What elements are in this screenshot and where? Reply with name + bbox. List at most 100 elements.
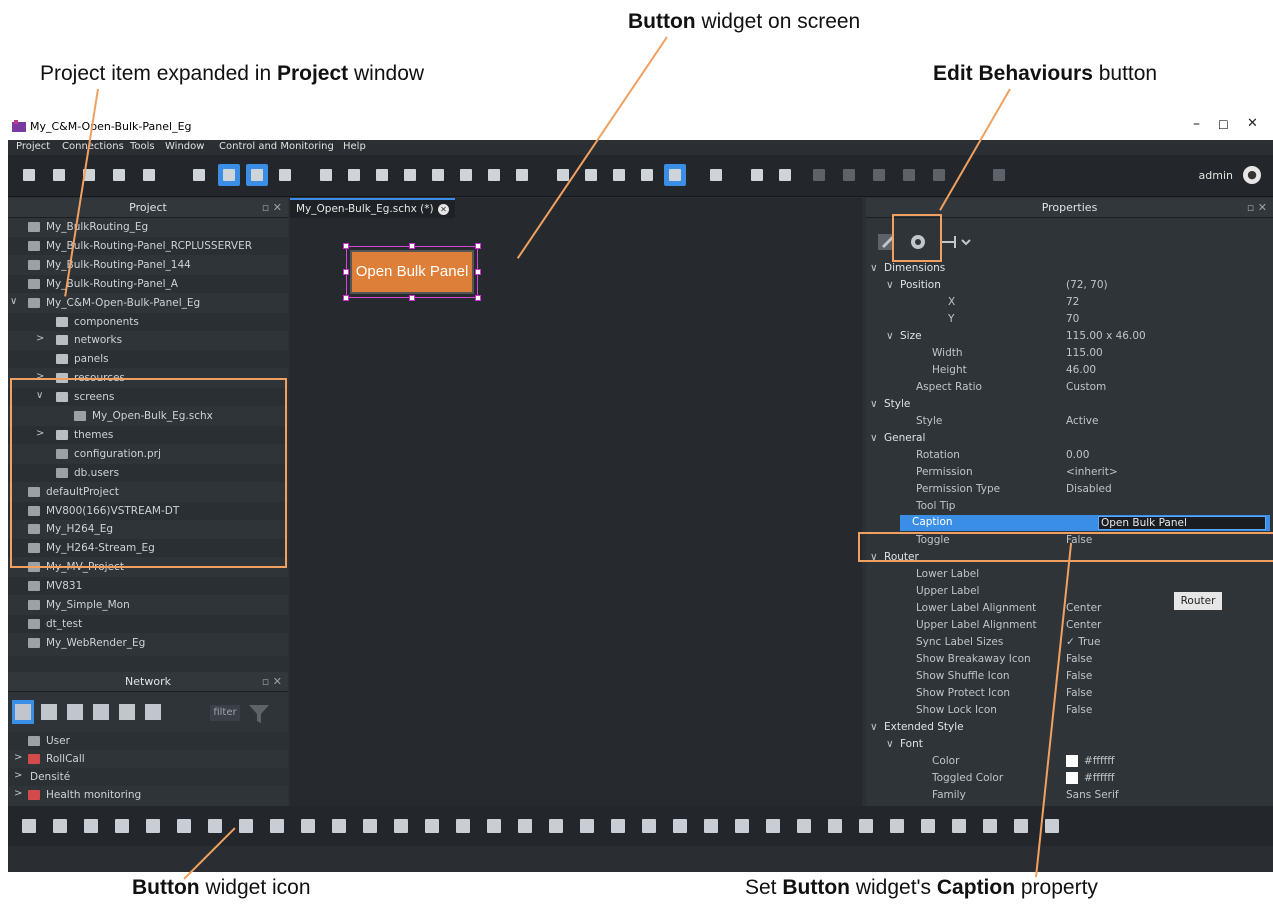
layer-icon[interactable] (580, 164, 602, 186)
resize-handle[interactable] (409, 295, 415, 301)
chevron-left-icon[interactable] (988, 164, 1010, 186)
grid-small-icon[interactable] (315, 164, 337, 186)
image-icon[interactable] (514, 815, 536, 837)
property-value[interactable]: (72, 70) (1066, 279, 1108, 291)
property-value[interactable]: 70 (1066, 313, 1079, 325)
align-grid-icon[interactable] (808, 164, 830, 186)
menu-connections[interactable]: Connections (62, 141, 124, 152)
clock-icon[interactable] (607, 815, 629, 837)
audio-icon[interactable] (1010, 815, 1032, 837)
upload-icon[interactable] (917, 815, 939, 837)
filter-input[interactable]: filter (210, 705, 240, 721)
connections-dropdown-icon[interactable] (938, 232, 972, 252)
cut-icon[interactable] (371, 164, 393, 186)
property-row[interactable]: ∨ Dimensions (866, 260, 1273, 277)
spinbox-icon[interactable] (328, 815, 350, 837)
project-tree-item[interactable]: My_BulkRouting_Eg (8, 218, 288, 236)
grid-large-icon[interactable] (343, 164, 365, 186)
grid-icon[interactable] (793, 815, 815, 837)
panel-close-icon[interactable]: ▫ ✕ (262, 672, 282, 692)
frame-icon[interactable] (390, 815, 412, 837)
align-center-icon[interactable] (868, 164, 890, 186)
project-tree-item[interactable]: My_WebRender_Eg (8, 633, 288, 652)
open-bulk-panel-button[interactable]: Open Bulk Panel (350, 250, 474, 294)
property-row[interactable]: Sync Label Sizes ✓ True (866, 634, 1273, 651)
property-row[interactable]: Permission Type Disabled (866, 481, 1273, 498)
ellipse-icon[interactable] (80, 815, 102, 837)
property-row[interactable]: Height 46.00 (866, 362, 1273, 379)
project-tree-item[interactable]: My_Bulk-Routing-Panel_A (8, 274, 288, 293)
rectangle-icon[interactable] (49, 815, 71, 837)
project-view-icon[interactable] (188, 164, 210, 186)
panel-close-icon[interactable]: ▫ ✕ (1247, 198, 1267, 218)
network-view-icon[interactable] (218, 164, 240, 186)
property-value[interactable]: False (1066, 653, 1092, 665)
line-icon[interactable] (18, 815, 40, 837)
chevron-down-icon[interactable]: ∨ (870, 432, 878, 444)
checkbox-icon[interactable] (266, 815, 288, 837)
waveform-icon[interactable] (1041, 815, 1063, 837)
menu-tools[interactable]: Tools (130, 141, 155, 152)
property-value[interactable]: Center (1066, 602, 1101, 614)
property-value[interactable]: 46.00 (1066, 364, 1096, 376)
network-tree-icon[interactable] (38, 700, 60, 724)
project-tree-item[interactable]: dt_test (8, 614, 288, 633)
timer-icon[interactable] (669, 815, 691, 837)
project-tree-item[interactable]: ∨ My_C&M-Open-Bulk-Panel_Eg (8, 293, 288, 312)
meter-icon[interactable] (576, 815, 598, 837)
button-widget-icon[interactable] (204, 815, 226, 837)
dial-icon[interactable] (235, 815, 257, 837)
property-row[interactable]: ∨ Extended Style (866, 719, 1273, 736)
paste-icon[interactable] (427, 164, 449, 186)
property-row[interactable]: ∨ Style (866, 396, 1273, 413)
align-left-icon[interactable] (838, 164, 860, 186)
property-row[interactable]: ∨ General (866, 430, 1273, 447)
property-value[interactable]: 115.00 (1066, 347, 1103, 359)
menu-control-monitoring[interactable]: Control and Monitoring (219, 141, 334, 152)
chevron-down-icon[interactable]: ∨ (870, 262, 878, 274)
color-swatch[interactable] (1066, 772, 1078, 784)
triangle-icon[interactable] (111, 815, 133, 837)
property-row[interactable]: Permission <inherit> (866, 464, 1273, 481)
chevron-right-icon[interactable]: > (14, 770, 22, 781)
preview-icon[interactable] (746, 164, 768, 186)
open-project-icon[interactable] (48, 164, 70, 186)
toggle-icon[interactable] (855, 815, 877, 837)
panel-close-icon[interactable]: ▫ ✕ (262, 198, 282, 218)
settings-gear-icon[interactable] (705, 164, 727, 186)
resize-icon[interactable] (608, 164, 630, 186)
rollcall-icon[interactable] (824, 815, 846, 837)
chart-icon[interactable] (762, 815, 784, 837)
tree-view-icon[interactable] (246, 164, 268, 186)
project-tree-item[interactable]: panels (8, 350, 288, 369)
ticker-icon[interactable] (638, 815, 660, 837)
new-project-icon[interactable] (18, 164, 40, 186)
property-row[interactable]: Aspect Ratio Custom (866, 379, 1273, 396)
undo-icon[interactable] (483, 164, 505, 186)
close-button[interactable]: ✕ (1247, 116, 1258, 131)
resize-handle[interactable] (475, 269, 481, 275)
property-value[interactable]: Sans Serif (1066, 789, 1119, 801)
property-row[interactable]: Show Breakaway Icon False (866, 651, 1273, 668)
save-all-icon[interactable] (138, 164, 160, 186)
property-row[interactable]: Rotation 0.00 (866, 447, 1273, 464)
tab-screen-file[interactable]: My_Open-Bulk_Eg.schx (*) ✕ (290, 198, 455, 218)
polygon-icon[interactable] (142, 815, 164, 837)
network-expand-icon[interactable] (90, 700, 112, 724)
property-row[interactable]: Y 70 (866, 311, 1273, 328)
video-icon[interactable] (545, 815, 567, 837)
screen-canvas[interactable]: Open Bulk Panel (336, 238, 846, 798)
property-value[interactable]: <inherit> (1066, 466, 1118, 478)
delete-icon[interactable] (455, 164, 477, 186)
range-icon[interactable] (948, 815, 970, 837)
property-row[interactable]: Width 115.00 (866, 345, 1273, 362)
project-tree-item[interactable]: My_Bulk-Routing-Panel_144 (8, 255, 288, 274)
project-tree-item[interactable]: My_Simple_Mon (8, 596, 288, 614)
copy-icon[interactable] (399, 164, 421, 186)
property-row[interactable]: Style Active (866, 413, 1273, 430)
resize-handle[interactable] (343, 269, 349, 275)
menu-project[interactable]: Project (16, 141, 50, 152)
label-icon[interactable] (452, 815, 474, 837)
property-row[interactable]: Show Protect Icon False (866, 685, 1273, 702)
redo-icon[interactable] (511, 164, 533, 186)
